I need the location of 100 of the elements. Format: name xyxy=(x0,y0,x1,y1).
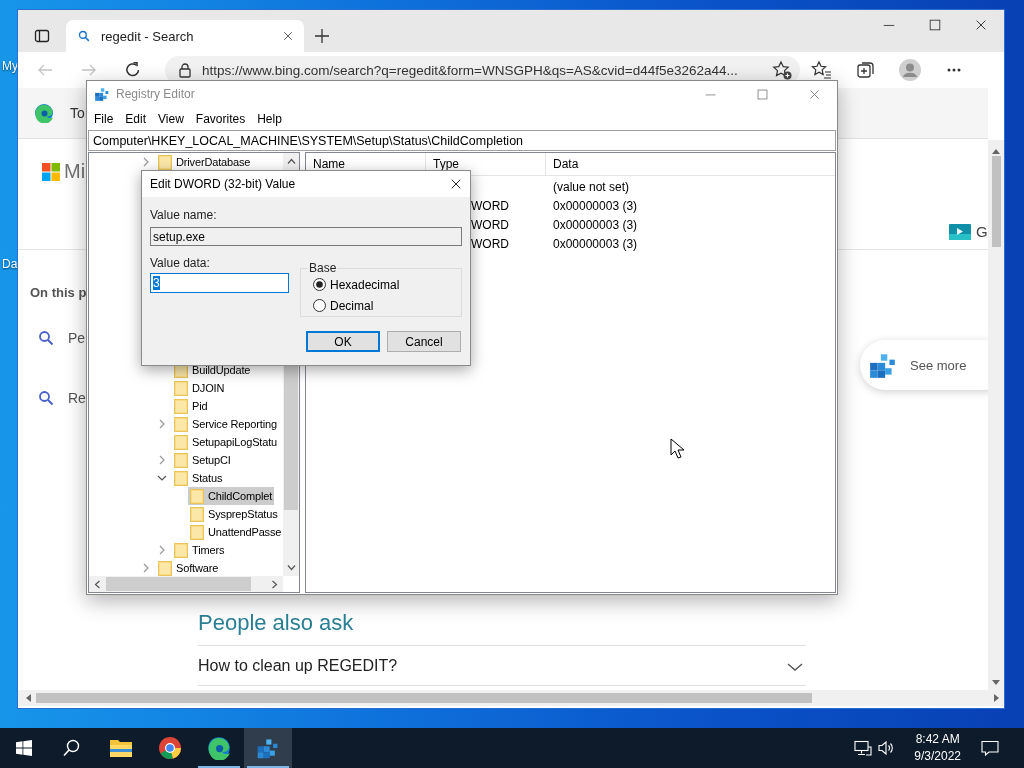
tree-item[interactable]: Pid xyxy=(172,397,210,415)
radio-option[interactable]: Decimal xyxy=(313,298,461,313)
video-thumbnail-icon xyxy=(949,224,971,240)
tree-item[interactable]: Service Reporting xyxy=(172,415,279,433)
menu-item[interactable]: Favorites xyxy=(189,111,252,126)
video-label[interactable]: G xyxy=(976,223,988,240)
related-link[interactable]: Pe xyxy=(68,330,86,346)
column-header[interactable]: Data xyxy=(546,153,579,175)
value-data-field[interactable]: 3 xyxy=(150,273,289,293)
scrollbar[interactable] xyxy=(988,140,1004,690)
field-label: Value data: xyxy=(150,255,211,271)
scroll-up-icon[interactable] xyxy=(992,148,1000,154)
chevron-right-icon[interactable] xyxy=(157,419,167,429)
tab-actions-icon[interactable] xyxy=(34,28,50,44)
folder-icon xyxy=(190,523,204,541)
folder-icon xyxy=(174,541,188,559)
tree-item[interactable]: Status xyxy=(172,469,225,487)
collections-icon[interactable] xyxy=(856,60,876,80)
table-cell-text: WORD xyxy=(470,217,510,232)
logo-text: Mi xyxy=(64,160,86,183)
scroll-down-icon[interactable] xyxy=(992,680,1000,686)
dialog-button[interactable]: Cancel xyxy=(387,331,461,352)
scrollbar-thumb[interactable] xyxy=(106,577,251,591)
notification-icon[interactable] xyxy=(981,740,999,756)
close-icon[interactable] xyxy=(449,177,463,191)
lock-icon xyxy=(177,62,193,78)
scrollbar[interactable] xyxy=(18,690,1004,706)
chevron-right-icon[interactable] xyxy=(141,157,151,167)
chevron-right-icon[interactable] xyxy=(141,563,151,573)
question-item[interactable]: How to clean up REGEDIT? xyxy=(198,646,806,686)
tree-item[interactable]: SysprepStatus xyxy=(188,505,280,523)
maximize-icon[interactable] xyxy=(928,18,942,32)
folder-icon xyxy=(174,379,188,397)
four-square-logo-icon xyxy=(42,163,60,181)
tree-item[interactable]: DriverDatabase xyxy=(156,153,253,171)
window-title: Registry Editor xyxy=(116,87,195,101)
scroll-left-icon[interactable] xyxy=(25,694,31,702)
chevron-right-icon[interactable] xyxy=(157,455,167,465)
menu-item[interactable]: Edit xyxy=(119,111,153,126)
section-heading: On this p xyxy=(30,285,87,300)
scrollbar-thumb[interactable] xyxy=(991,156,1001,247)
menu-item[interactable]: Help xyxy=(251,111,288,126)
browser-tab[interactable]: regedit - Search xyxy=(66,20,304,52)
four-pane-logo-icon xyxy=(16,740,32,756)
group-label: Base xyxy=(308,261,338,275)
avatar-icon[interactable] xyxy=(899,59,921,81)
address-field[interactable]: Computer\HKEY_LOCAL_MACHINE\SYSTEM\Setup\Status\ChildCompletion xyxy=(88,130,836,151)
menu-item[interactable]: View xyxy=(152,111,190,126)
tree-item[interactable]: SetupapiLogStatu xyxy=(172,433,280,451)
dialog-title: Edit DWORD (32-bit) Value xyxy=(150,177,296,191)
chevron-right-icon[interactable] xyxy=(157,545,167,555)
scroll-right-icon[interactable] xyxy=(994,694,1000,702)
folder-icon xyxy=(158,153,172,171)
clock-date[interactable]: 9/3/2022 xyxy=(914,748,961,765)
chevron-down-icon[interactable] xyxy=(157,473,167,483)
tree-item[interactable]: UnattendPasse xyxy=(188,523,283,541)
swirl-logo-icon xyxy=(207,736,231,760)
scroll-up-icon[interactable] xyxy=(286,158,296,164)
folder-icon xyxy=(109,737,133,759)
monitor-network-icon[interactable] xyxy=(854,740,873,756)
tree-item[interactable]: SetupCI xyxy=(172,451,233,469)
close-icon[interactable] xyxy=(974,18,988,32)
radio-option[interactable]: Hexadecimal xyxy=(313,277,461,292)
search-icon xyxy=(63,739,81,757)
scroll-left-icon[interactable] xyxy=(94,579,100,589)
mouse-pointer-icon xyxy=(670,438,685,459)
cubes-icon xyxy=(256,736,280,760)
folder-icon xyxy=(174,397,188,415)
related-link[interactable]: Re xyxy=(68,390,86,406)
tree-item[interactable]: DJOIN xyxy=(172,379,227,397)
folder-icon xyxy=(174,451,188,469)
close-icon[interactable] xyxy=(282,30,294,42)
clock-time[interactable]: 8:42 AM xyxy=(915,731,960,748)
folder-icon xyxy=(174,433,188,451)
circle-logo-icon xyxy=(158,736,182,760)
field-label: Value name: xyxy=(150,207,218,223)
table-cell-text: 0x00000003 (3) xyxy=(552,198,638,213)
folder-icon xyxy=(190,487,204,505)
tree-item[interactable]: Software xyxy=(156,559,221,576)
field-value: 3 xyxy=(153,276,160,290)
tree-item[interactable]: ChildComplet xyxy=(188,487,275,505)
cubes-icon xyxy=(94,86,110,102)
tree-item[interactable]: Timers xyxy=(172,541,227,559)
menu-item[interactable]: File xyxy=(88,111,120,126)
add-favorite-icon[interactable] xyxy=(772,60,792,80)
header-text: To xyxy=(70,105,85,121)
folder-icon xyxy=(158,559,172,576)
dialog-button[interactable]: OK xyxy=(306,331,380,352)
scroll-down-icon[interactable] xyxy=(286,565,296,571)
scroll-right-icon[interactable] xyxy=(272,579,278,589)
favorites-icon[interactable] xyxy=(811,60,833,80)
scrollbar[interactable] xyxy=(89,576,283,592)
search-icon xyxy=(38,390,54,406)
value-name-field[interactable]: setup.exe xyxy=(150,227,462,246)
new-tab-icon[interactable] xyxy=(314,28,330,44)
section-title: People also ask xyxy=(198,610,354,636)
swirl-logo-icon xyxy=(34,103,54,123)
scrollbar-thumb[interactable] xyxy=(36,693,812,703)
taskbar-app-button[interactable] xyxy=(244,728,292,768)
table-cell-text: (value not set) xyxy=(552,179,630,194)
